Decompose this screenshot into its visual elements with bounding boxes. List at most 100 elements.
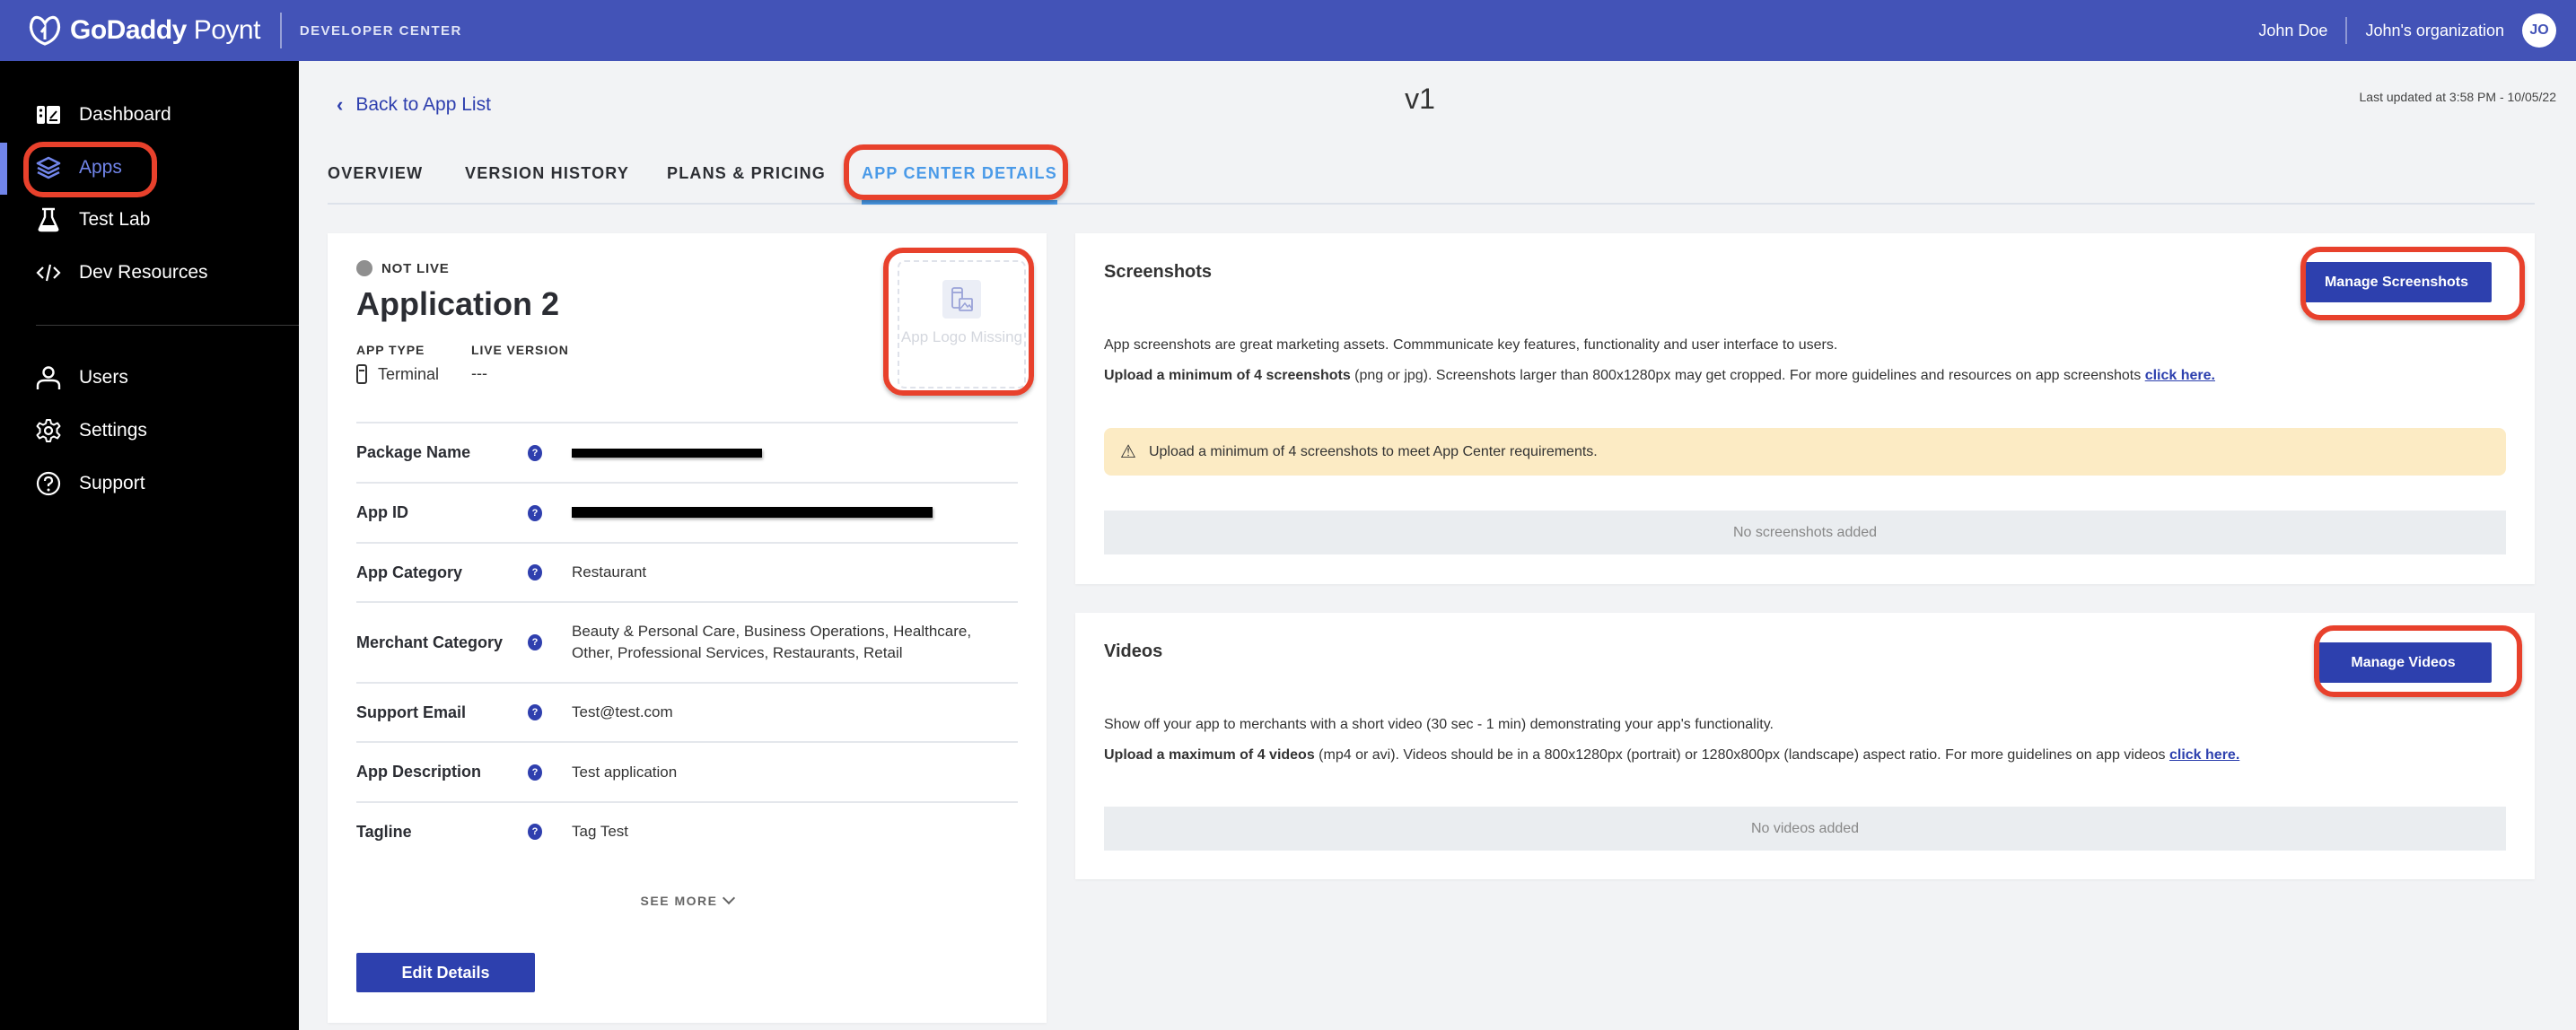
screenshots-guidelines-link[interactable]: click here. (2145, 368, 2215, 383)
active-nav-indicator (0, 143, 7, 195)
field-row-app-category: App Category ? Restaurant (356, 542, 1018, 601)
sidebar-divider (36, 325, 299, 326)
help-icon[interactable]: ? (528, 704, 542, 720)
status-label: NOT LIVE (381, 260, 450, 276)
sidebar-item-label: Dev Resources (79, 262, 208, 283)
field-row-app-description: App Description ? Test application (356, 741, 1018, 801)
status-badge: NOT LIVE (356, 260, 450, 276)
sidebar-item-settings[interactable]: Settings (36, 411, 147, 450)
field-value: Test@test.com (572, 703, 673, 720)
field-value-redacted (572, 502, 1003, 524)
logo-missing-text: App Logo Missing (900, 328, 1023, 345)
field-label: Tagline (356, 822, 412, 841)
field-label: Package Name (356, 443, 471, 461)
chevron-left-icon: ‹ (337, 93, 344, 116)
warning-text: Upload a minimum of 4 screenshots to mee… (1148, 443, 1598, 459)
header-divider (2345, 17, 2348, 44)
field-value: Tag Test (572, 823, 629, 840)
screenshots-card: Screenshots Manage Screenshots App scree… (1075, 233, 2535, 584)
videos-card: Videos Manage Videos Show off your app t… (1075, 613, 2535, 879)
sidebar-item-dev-resources[interactable]: Dev Resources (36, 253, 208, 292)
sidebar-item-support[interactable]: Support (36, 464, 145, 503)
screenshots-requirements: Upload a minimum of 4 screenshots (png o… (1104, 368, 2215, 383)
tab-bar: OVERVIEW VERSION HISTORY PLANS & PRICING… (328, 158, 2535, 205)
live-version-value: --- (471, 364, 487, 382)
screenshots-description: App screenshots are great marketing asse… (1104, 337, 1838, 353)
see-more-toggle[interactable]: SEE MORE (328, 891, 1047, 908)
field-label: App ID (356, 503, 408, 521)
field-value: Test application (572, 763, 678, 781)
help-icon[interactable]: ? (528, 764, 542, 781)
field-row-tagline: Tagline ? Tag Test (356, 801, 1018, 860)
sidebar: Dashboard Apps Test Lab Dev Resources Us… (0, 61, 299, 1030)
screenshots-empty-state: No screenshots added (1104, 511, 2506, 554)
videos-description: Show off your app to merchants with a sh… (1104, 717, 1774, 732)
app-type-value: Terminal (356, 364, 439, 384)
sidebar-item-apps[interactable]: Apps (36, 148, 122, 188)
screenshots-warning: ⚠ Upload a minimum of 4 screenshots to m… (1104, 428, 2506, 476)
field-label: Support Email (356, 703, 467, 721)
user-icon (36, 365, 61, 390)
account-area: John Doe John's organization JO (2258, 11, 2556, 50)
screenshots-title: Screenshots (1104, 262, 1213, 282)
brand[interactable]: GoDaddy Poynt DEVELOPER CENTER (27, 11, 462, 50)
image-placeholder-icon (942, 280, 981, 319)
warning-icon: ⚠ (1120, 442, 1136, 462)
help-circle-icon (36, 471, 61, 496)
back-to-app-list-link[interactable]: ‹ Back to App List (337, 93, 491, 117)
tab-overview[interactable]: OVERVIEW (328, 158, 423, 203)
field-label: App Category (356, 563, 463, 581)
videos-title: Videos (1104, 642, 1163, 661)
sidebar-item-users[interactable]: Users (36, 358, 128, 397)
back-link-label: Back to App List (355, 94, 491, 115)
field-label: App Description (356, 763, 482, 781)
field-value: Beauty & Personal Care, Business Operati… (572, 623, 972, 661)
field-label: Merchant Category (356, 633, 504, 651)
sidebar-item-dashboard[interactable]: Dashboard (36, 95, 171, 135)
live-version-label: LIVE VERSION (471, 343, 569, 357)
tab-version-history[interactable]: VERSION HISTORY (465, 158, 629, 203)
field-value-redacted (572, 442, 1003, 464)
videos-guidelines-link[interactable]: click here. (2169, 747, 2239, 763)
videos-empty-state: No videos added (1104, 807, 2506, 851)
see-more-label: SEE MORE (640, 894, 718, 908)
sidebar-item-label: Dashboard (79, 104, 171, 125)
help-icon[interactable]: ? (528, 444, 542, 461)
user-name[interactable]: John Doe (2258, 22, 2327, 40)
layers-icon (36, 155, 61, 180)
help-icon[interactable]: ? (528, 634, 542, 650)
app-type-label: APP TYPE (356, 343, 425, 357)
sidebar-item-label: Users (79, 367, 128, 388)
sidebar-item-test-lab[interactable]: Test Lab (36, 200, 150, 240)
edit-details-button[interactable]: Edit Details (356, 953, 535, 992)
sidebar-item-label: Apps (79, 157, 122, 178)
field-row-merchant-category: Merchant Category ? Beauty & Personal Ca… (356, 601, 1018, 682)
organization-name[interactable]: John's organization (2365, 22, 2504, 40)
tab-app-center-details[interactable]: APP CENTER DETAILS (862, 158, 1057, 205)
dashboard-icon (36, 102, 61, 127)
field-row-package-name: Package Name ? (356, 422, 1018, 482)
help-icon[interactable]: ? (528, 564, 542, 580)
brand-subtitle: DEVELOPER CENTER (299, 22, 462, 39)
avatar[interactable]: JO (2522, 13, 2556, 48)
app-details-card: NOT LIVE Application 2 APP TYPE LIVE VER… (328, 233, 1047, 1023)
manage-videos-button[interactable]: Manage Videos (2315, 642, 2492, 683)
brand-divider (279, 13, 282, 48)
brand-name: GoDaddy Poynt (70, 15, 260, 45)
terminal-icon (356, 364, 367, 384)
flask-icon (36, 207, 61, 232)
gear-icon (36, 418, 61, 443)
top-header: GoDaddy Poynt DEVELOPER CENTER John Doe … (0, 0, 2576, 61)
app-name: Application 2 (356, 285, 560, 322)
tab-plans-pricing[interactable]: PLANS & PRICING (667, 158, 826, 203)
app-field-list: Package Name ? App ID ? App Category ? R… (356, 422, 1018, 860)
help-icon[interactable]: ? (528, 504, 542, 521)
godaddy-logo-icon (27, 13, 63, 48)
app-logo-placeholder[interactable]: App Logo Missing (898, 260, 1026, 388)
sidebar-item-label: Settings (79, 420, 147, 441)
field-row-app-id: App ID ? (356, 482, 1018, 542)
help-icon[interactable]: ? (528, 824, 542, 840)
app-type-text: Terminal (378, 364, 440, 383)
manage-screenshots-button[interactable]: Manage Screenshots (2301, 262, 2492, 302)
field-row-support-email: Support Email ? Test@test.com (356, 682, 1018, 741)
